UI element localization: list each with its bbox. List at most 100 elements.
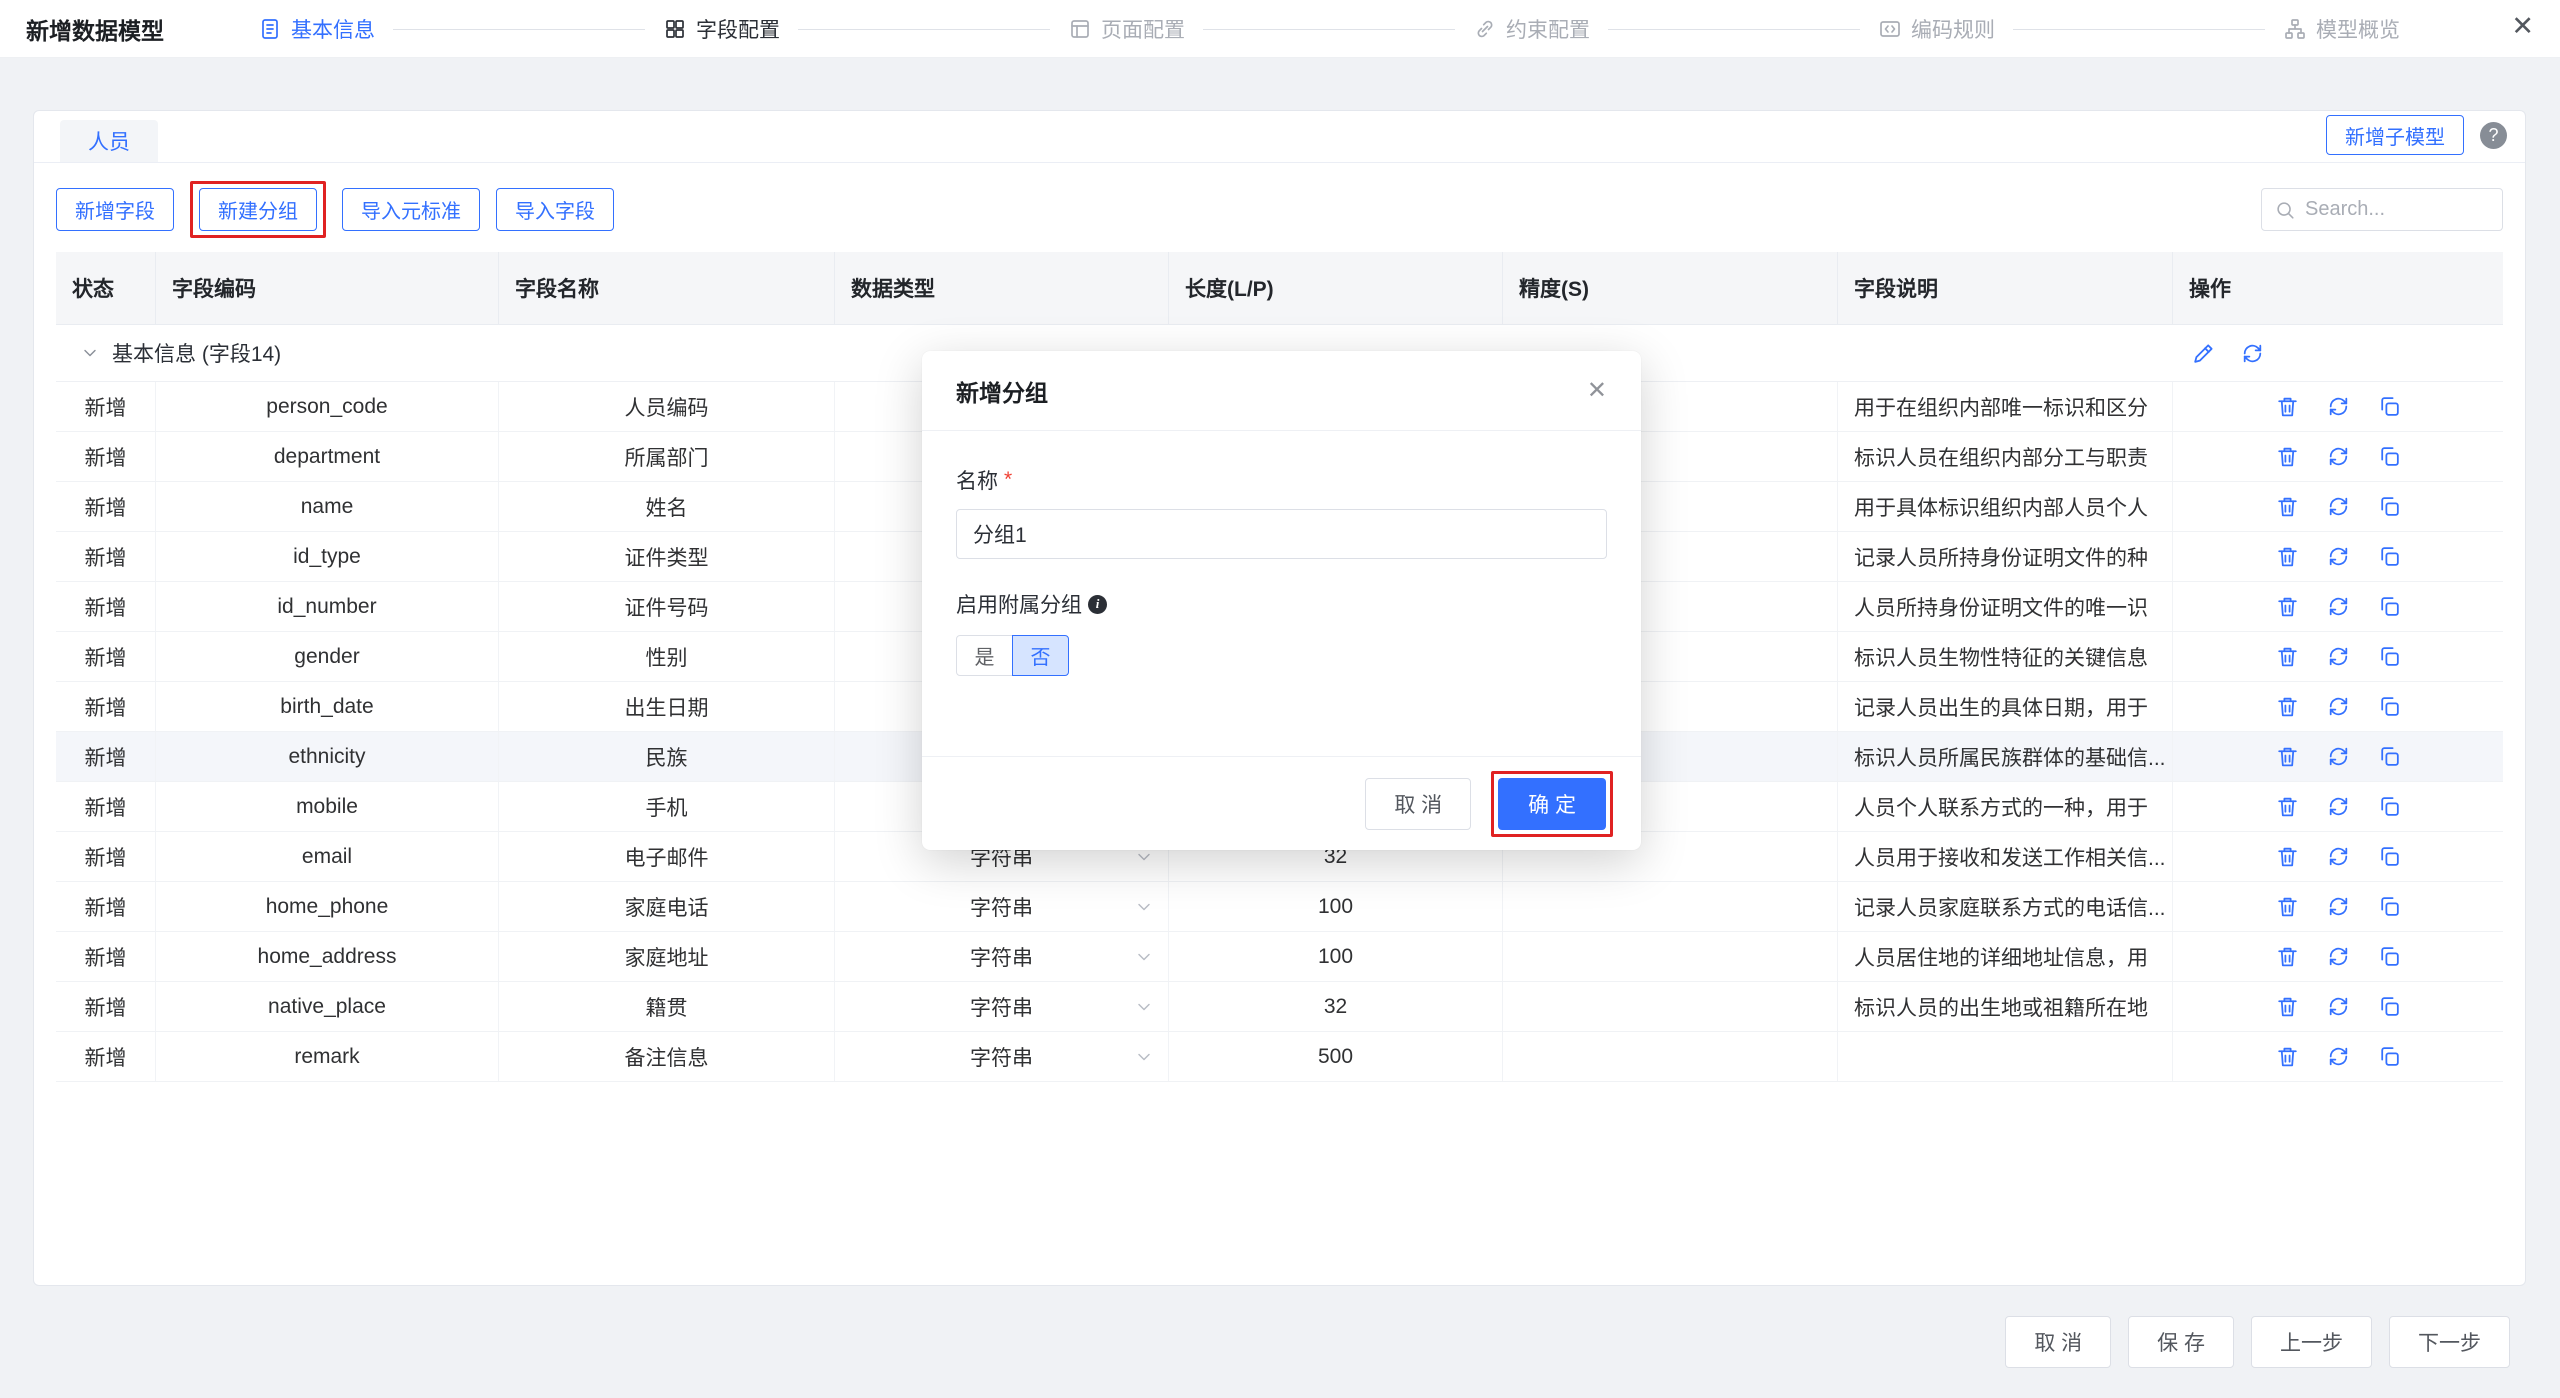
sync-icon[interactable]: [2326, 694, 2351, 719]
copy-icon[interactable]: [2377, 494, 2402, 519]
ops-cell: [2173, 1032, 2503, 1081]
status-cell: 新增: [56, 632, 156, 681]
delete-icon[interactable]: [2275, 644, 2300, 669]
sync-icon[interactable]: [2326, 794, 2351, 819]
import-meta-button[interactable]: 导入元标准: [342, 188, 480, 231]
stepper: 基本信息 字段配置 页面配置 约束配置 编码规则 模型概览: [258, 0, 2400, 58]
name-cell: 证件类型: [499, 532, 835, 581]
modal-cancel-button[interactable]: 取 消: [1365, 778, 1471, 830]
close-icon[interactable]: ✕: [2511, 13, 2534, 40]
sync-icon[interactable]: [2326, 644, 2351, 669]
tab-personnel[interactable]: 人员: [60, 120, 158, 162]
step-2[interactable]: 字段配置: [663, 14, 780, 44]
copy-icon[interactable]: [2377, 394, 2402, 419]
modal-close-icon[interactable]: ✕: [1587, 376, 1607, 405]
type-cell[interactable]: 字符串: [835, 882, 1169, 931]
step-label: 基本信息: [291, 14, 375, 44]
status-cell: 新增: [56, 882, 156, 931]
delete-icon[interactable]: [2275, 544, 2300, 569]
delete-icon[interactable]: [2275, 994, 2300, 1019]
group-name-input[interactable]: [956, 509, 1607, 559]
copy-icon[interactable]: [2377, 994, 2402, 1019]
search-input[interactable]: [2305, 198, 2490, 221]
copy-icon[interactable]: [2377, 844, 2402, 869]
new-group-button[interactable]: 新建分组: [199, 188, 317, 231]
delete-icon[interactable]: [2275, 694, 2300, 719]
step-6[interactable]: 模型概览: [2283, 14, 2400, 44]
step-1[interactable]: 基本信息: [258, 14, 375, 44]
sync-icon[interactable]: [2326, 744, 2351, 769]
step-4[interactable]: 约束配置: [1473, 14, 1590, 44]
sync-icon[interactable]: [2326, 494, 2351, 519]
status-cell: 新增: [56, 432, 156, 481]
toolbar: 新增字段 新建分组 导入元标准 导入字段: [34, 163, 2525, 252]
sync-icon[interactable]: [2326, 1044, 2351, 1069]
copy-icon[interactable]: [2377, 1044, 2402, 1069]
code-cell: mobile: [156, 782, 499, 831]
delete-icon[interactable]: [2275, 444, 2300, 469]
copy-icon[interactable]: [2377, 644, 2402, 669]
copy-icon[interactable]: [2377, 894, 2402, 919]
sync-icon[interactable]: [2326, 944, 2351, 969]
copy-icon[interactable]: [2377, 944, 2402, 969]
chevron-down-icon[interactable]: [80, 343, 100, 363]
delete-icon[interactable]: [2275, 594, 2300, 619]
type-cell[interactable]: 字符串: [835, 982, 1169, 1031]
type-cell[interactable]: 字符串: [835, 932, 1169, 981]
delete-icon[interactable]: [2275, 744, 2300, 769]
ops-cell: [2173, 932, 2503, 981]
copy-icon[interactable]: [2377, 594, 2402, 619]
column-header: 状态: [56, 252, 156, 324]
info-icon[interactable]: i: [1088, 595, 1107, 614]
name-cell: 姓名: [499, 482, 835, 531]
copy-icon[interactable]: [2377, 444, 2402, 469]
prev-step-button[interactable]: 上一步: [2251, 1316, 2372, 1368]
delete-icon[interactable]: [2275, 844, 2300, 869]
toggle-no[interactable]: 否: [1012, 635, 1069, 676]
sync-icon[interactable]: [2326, 994, 2351, 1019]
sync-icon[interactable]: [2326, 394, 2351, 419]
delete-icon[interactable]: [2275, 494, 2300, 519]
cancel-button[interactable]: 取 消: [2005, 1316, 2111, 1368]
delete-icon[interactable]: [2275, 794, 2300, 819]
copy-icon[interactable]: [2377, 694, 2402, 719]
status-cell: 新增: [56, 932, 156, 981]
sync-icon[interactable]: [2326, 544, 2351, 569]
help-icon[interactable]: ?: [2480, 122, 2507, 149]
step-label: 页面配置: [1101, 14, 1185, 44]
add-field-button[interactable]: 新增字段: [56, 188, 174, 231]
edit-icon[interactable]: [2191, 341, 2216, 366]
import-field-button[interactable]: 导入字段: [496, 188, 614, 231]
delete-icon[interactable]: [2275, 944, 2300, 969]
sync-icon[interactable]: [2326, 844, 2351, 869]
add-submodel-button[interactable]: 新增子模型: [2326, 115, 2464, 155]
toggle-yes[interactable]: 是: [956, 635, 1013, 676]
sync-icon[interactable]: [2240, 341, 2265, 366]
desc-cell: 标识人员生物性特征的关键信息: [1838, 632, 2173, 681]
sync-icon[interactable]: [2326, 594, 2351, 619]
link-icon: [1473, 17, 1497, 41]
modal-confirm-button[interactable]: 确 定: [1498, 778, 1606, 830]
ops-cell: [2173, 682, 2503, 731]
type-cell[interactable]: 字符串: [835, 1032, 1169, 1081]
copy-icon[interactable]: [2377, 744, 2402, 769]
step-3[interactable]: 页面配置: [1068, 14, 1185, 44]
copy-icon[interactable]: [2377, 794, 2402, 819]
delete-icon[interactable]: [2275, 1044, 2300, 1069]
code-cell: id_number: [156, 582, 499, 631]
next-step-button[interactable]: 下一步: [2389, 1316, 2510, 1368]
desc-cell: 记录人员出生的具体日期，用于: [1838, 682, 2173, 731]
step-5[interactable]: 编码规则: [1878, 14, 1995, 44]
delete-icon[interactable]: [2275, 394, 2300, 419]
new-group-highlight-box: 新建分组: [190, 181, 326, 238]
status-cell: 新增: [56, 732, 156, 781]
sync-icon[interactable]: [2326, 444, 2351, 469]
desc-cell: 人员居住地的详细地址信息，用: [1838, 932, 2173, 981]
copy-icon[interactable]: [2377, 544, 2402, 569]
grid-icon: [663, 17, 687, 41]
desc-cell: 标识人员所属民族群体的基础信...: [1838, 732, 2173, 781]
code-cell: remark: [156, 1032, 499, 1081]
save-button[interactable]: 保 存: [2128, 1316, 2234, 1368]
delete-icon[interactable]: [2275, 894, 2300, 919]
sync-icon[interactable]: [2326, 894, 2351, 919]
